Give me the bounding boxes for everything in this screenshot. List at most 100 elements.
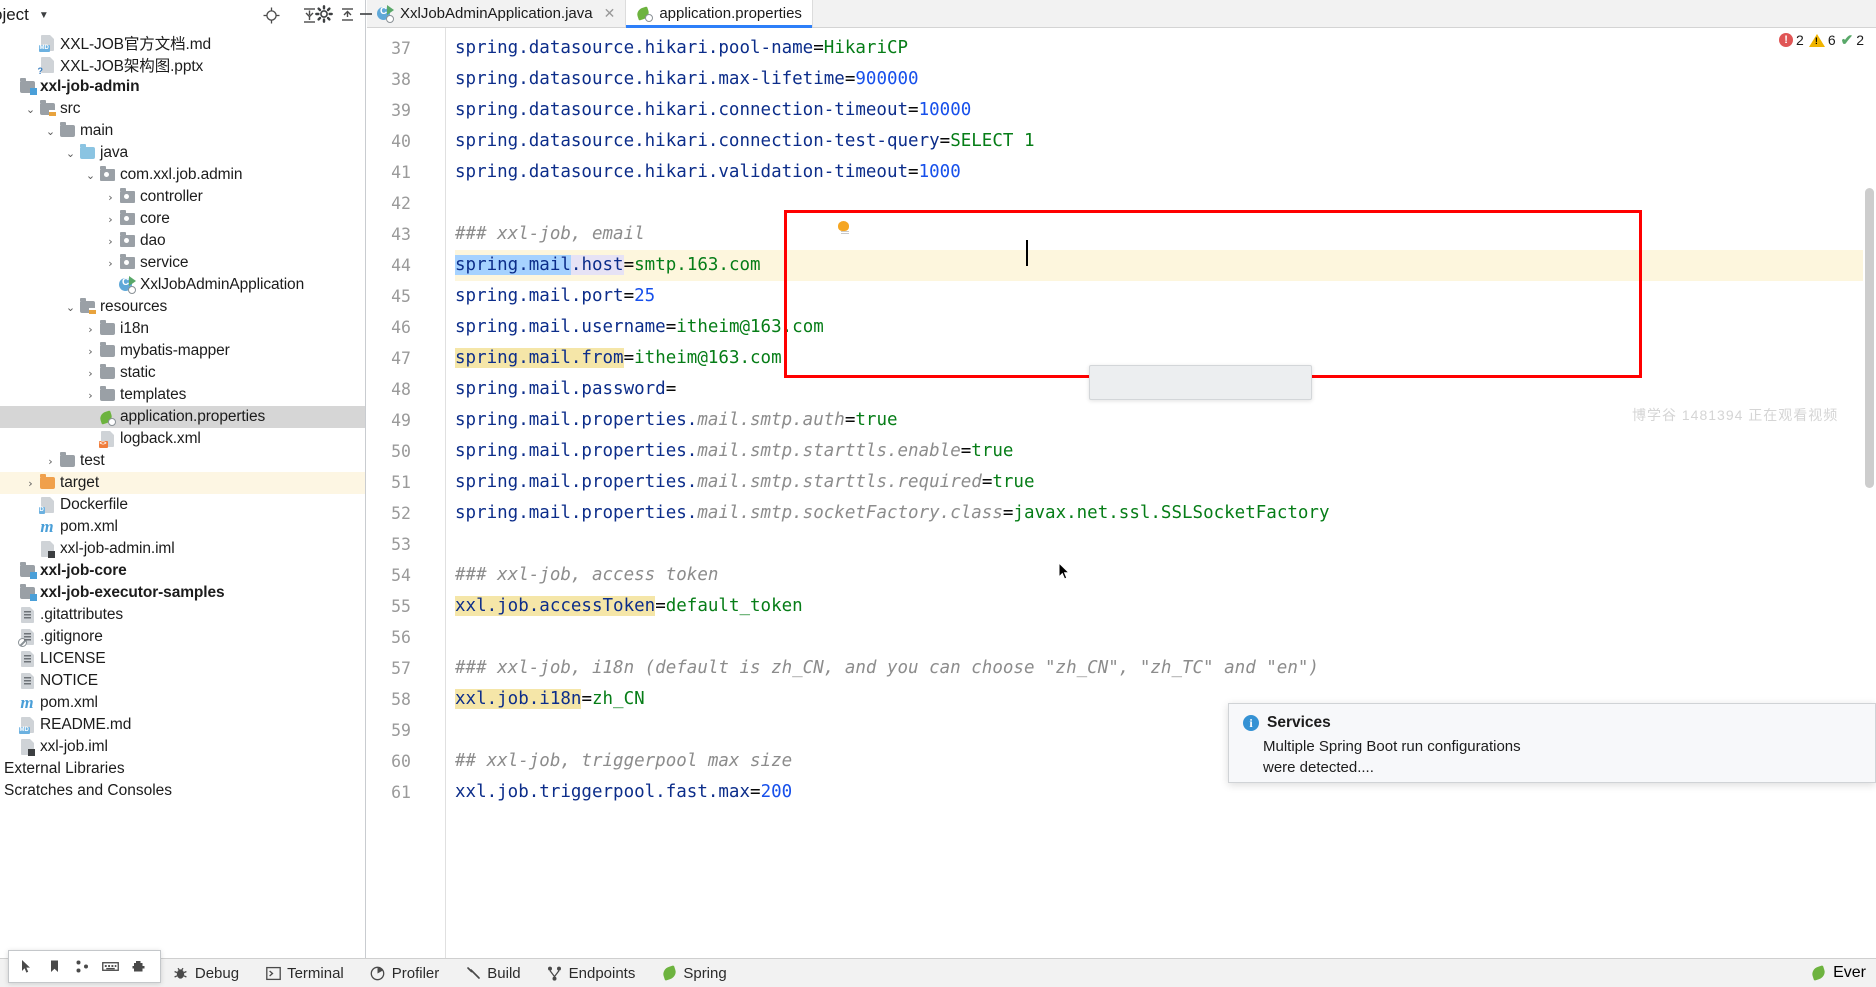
tree-item-pom-xml[interactable]: m pom.xml — [0, 692, 365, 714]
tree-item--gitattributes[interactable]: .gitattributes — [0, 604, 365, 626]
editor-gutter[interactable]: 37 38 39 40 41 42 43 44 45 46 47 48 49 50 51 52 53 54 55 56… — [367, 28, 455, 958]
tree-item-notice[interactable]: NOTICE — [0, 670, 365, 692]
code-line[interactable]: spring.mail.username=itheim@163.com — [455, 312, 824, 343]
code-line[interactable]: spring.mail.host=smtp.163.com — [455, 250, 761, 281]
services-notification-popup[interactable]: i Services Multiple Spring Boot run conf… — [1228, 703, 1876, 783]
tree-footer-item-scratches-and-consoles[interactable]: Scratches and Consoles — [0, 780, 365, 802]
gear-icon[interactable] — [314, 4, 334, 24]
code-content[interactable]: spring.datasource.hikari.pool-name=Hikar… — [455, 28, 1876, 958]
keyboard-icon[interactable] — [102, 958, 119, 975]
code-line[interactable]: spring.datasource.hikari.pool-name=Hikar… — [455, 33, 908, 64]
chevron-down-icon[interactable]: ⌄ — [64, 147, 77, 160]
project-tree[interactable]: MD XXL-JOB官方文档.md? XXL-JOB架构图.pptx xxl-job-… — [0, 30, 365, 758]
close-icon[interactable]: ✕ — [604, 5, 616, 22]
tree-item-pom-xml[interactable]: m pom.xml — [0, 516, 365, 538]
code-line[interactable]: spring.datasource.hikari.connection-test… — [455, 126, 1035, 157]
tree-item--gitignore[interactable]: .gitignore — [0, 626, 365, 648]
chevron-right-icon[interactable]: › — [84, 367, 97, 380]
code-line[interactable]: spring.mail.properties.mail.smtp.auth=tr… — [455, 405, 898, 436]
tree-item-resources[interactable]: ⌄ resources — [0, 296, 365, 318]
tree-item-test[interactable]: › test — [0, 450, 365, 472]
tree-item-readme-md[interactable]: MD README.md — [0, 714, 365, 736]
tree-item-templates[interactable]: › templates — [0, 384, 365, 406]
tree-item-src[interactable]: ⌄ src — [0, 98, 365, 120]
chevron-right-icon[interactable]: › — [24, 477, 37, 490]
code-line[interactable]: xxl.job.i18n=zh_CN — [455, 684, 645, 715]
floating-mini-toolbar[interactable] — [8, 950, 161, 983]
tree-item-logback-xml[interactable]: <> logback.xml — [0, 428, 365, 450]
chevron-right-icon[interactable]: › — [104, 213, 117, 226]
plugin-icon[interactable] — [130, 958, 147, 975]
warning-count[interactable]: 6 — [1808, 32, 1836, 48]
chevron-right-icon[interactable]: › — [44, 455, 57, 468]
tree-item-java[interactable]: ⌄ java — [0, 142, 365, 164]
code-line[interactable]: ### xxl-job, access token — [455, 560, 718, 591]
tree-item-i18n[interactable]: › i18n — [0, 318, 365, 340]
status-item-build[interactable]: Build — [452, 959, 533, 987]
code-line[interactable]: spring.mail.from=itheim@163.com — [455, 343, 782, 374]
tree-footer-item-external-libraries[interactable]: External Libraries — [0, 758, 365, 780]
code-line[interactable]: ### xxl-job, i18n (default is zh_CN, and… — [455, 653, 1319, 684]
tree-item-dockerfile[interactable]: D Dockerfile — [0, 494, 365, 516]
chevron-right-icon[interactable]: › — [84, 323, 97, 336]
tree-item-target[interactable]: › target — [0, 472, 365, 494]
tree-item-application-properties[interactable]: application.properties — [0, 406, 365, 428]
status-item-profiler[interactable]: Profiler — [357, 959, 453, 987]
tree-item-main[interactable]: ⌄ main — [0, 120, 365, 142]
structure-icon[interactable] — [74, 958, 91, 975]
tab-application-properties[interactable]: application.properties — [626, 0, 813, 28]
tree-item-static[interactable]: › static — [0, 362, 365, 384]
tree-item-xxljobadminapplication[interactable]: XxlJobAdminApplication — [0, 274, 365, 296]
status-item-spring[interactable]: Spring — [648, 959, 739, 987]
tree-item-xxl-job-admin[interactable]: xxl-job-admin — [0, 76, 365, 98]
code-line[interactable]: ## xxl-job, triggerpool max size — [455, 746, 792, 777]
tree-item-xxl-job-pptx[interactable]: ? XXL-JOB架构图.pptx — [0, 54, 365, 76]
tree-item-controller[interactable]: › controller — [0, 186, 365, 208]
intention-bulb-icon[interactable] — [838, 221, 851, 236]
inspection-widget[interactable]: ! 2 6 ✔ 2 — [1779, 31, 1864, 49]
code-line[interactable]: xxl.job.triggerpool.fast.max=200 — [455, 777, 792, 808]
status-item-debug[interactable]: Debug — [160, 959, 252, 987]
tree-item-core[interactable]: › core — [0, 208, 365, 230]
minimize-icon[interactable] — [356, 4, 376, 24]
code-line[interactable]: spring.datasource.hikari.connection-time… — [455, 95, 971, 126]
chevron-down-icon[interactable]: ▼ — [39, 10, 49, 21]
tree-item-com-xxl-job-admin[interactable]: ⌄ com.xxl.job.admin — [0, 164, 365, 186]
chevron-right-icon[interactable]: › — [104, 257, 117, 270]
chevron-right-icon[interactable]: › — [104, 191, 117, 204]
code-line[interactable]: spring.mail.properties.mail.smtp.socketF… — [455, 498, 1330, 529]
chevron-down-icon[interactable]: ⌄ — [64, 301, 77, 314]
tab-XxlJobAdminApplication-java[interactable]: XxlJobAdminApplication.java ✕ — [367, 0, 627, 27]
status-item-endpoints[interactable]: Endpoints — [534, 959, 649, 987]
error-count[interactable]: ! 2 — [1779, 32, 1804, 48]
tree-item-xxl-job-iml[interactable]: xxl-job.iml — [0, 736, 365, 758]
tree-item-xxl-job-admin-iml[interactable]: xxl-job-admin.iml — [0, 538, 365, 560]
code-line[interactable]: xxl.job.accessToken=default_token — [455, 591, 803, 622]
chevron-down-icon[interactable]: ⌄ — [84, 169, 97, 182]
chevron-right-icon[interactable]: › — [84, 389, 97, 402]
code-line[interactable]: spring.datasource.hikari.max-lifetime=90… — [455, 64, 919, 95]
tree-item-xxl-job-core[interactable]: xxl-job-core — [0, 560, 365, 582]
editor-scrollbar[interactable] — [1863, 28, 1876, 958]
bookmark-icon[interactable] — [46, 958, 63, 975]
locate-icon[interactable] — [261, 5, 281, 25]
chevron-down-icon[interactable]: ⌄ — [24, 103, 37, 116]
code-line[interactable]: ### xxl-job, email — [455, 219, 645, 250]
cursor-icon[interactable] — [18, 958, 35, 975]
code-line[interactable]: spring.mail.password= — [455, 374, 676, 405]
tree-item-license[interactable]: LICENSE — [0, 648, 365, 670]
tree-item-mybatis-mapper[interactable]: › mybatis-mapper — [0, 340, 365, 362]
code-line[interactable]: spring.mail.port=25 — [455, 281, 655, 312]
tree-item-xxl-job-md[interactable]: MD XXL-JOB官方文档.md — [0, 32, 365, 54]
code-line[interactable]: spring.mail.properties.mail.smtp.starttl… — [455, 436, 1013, 467]
scrollbar-thumb[interactable] — [1865, 188, 1874, 488]
status-item-terminal[interactable]: Terminal — [252, 959, 357, 987]
chevron-right-icon[interactable]: › — [104, 235, 117, 248]
code-line[interactable]: spring.mail.properties.mail.smtp.starttl… — [455, 467, 1035, 498]
tree-item-xxl-job-executor-samples[interactable]: xxl-job-executor-samples — [0, 582, 365, 604]
chevron-right-icon[interactable]: › — [84, 345, 97, 358]
tree-item-dao[interactable]: › dao — [0, 230, 365, 252]
code-line[interactable]: spring.datasource.hikari.validation-time… — [455, 157, 961, 188]
ok-count[interactable]: ✔ 2 — [1841, 31, 1864, 49]
tree-item-service[interactable]: › service — [0, 252, 365, 274]
